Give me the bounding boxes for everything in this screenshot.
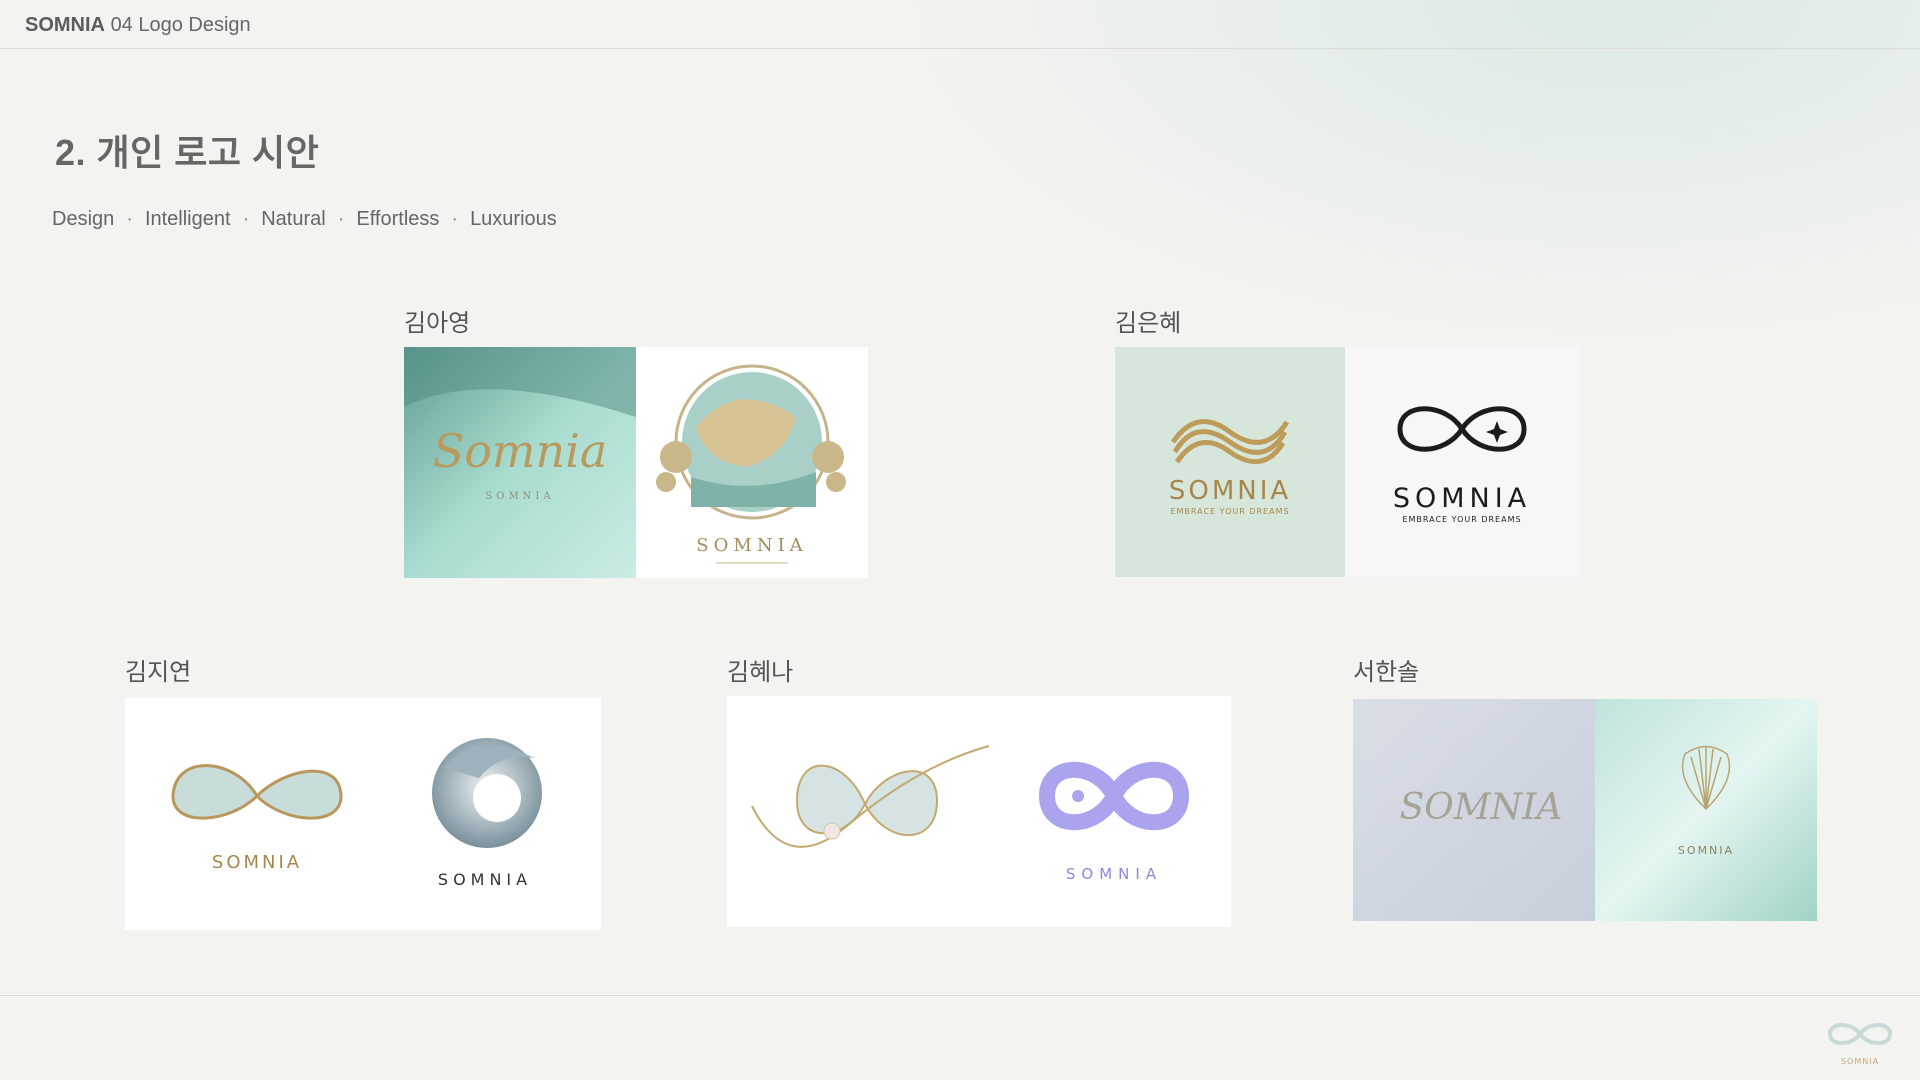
member-name-kim-hyena: 김혜나 xyxy=(727,659,794,686)
gold-wave-tagline: EMBRACE YOUR DREAMS xyxy=(1170,507,1289,516)
logo-image-script: Somnia SOMNIA xyxy=(404,347,636,578)
brand-name: SOMNIA xyxy=(25,14,105,36)
separator-dot: · xyxy=(242,208,250,230)
keyword-list: Design · Intelligent · Natural · Effortl… xyxy=(52,208,557,231)
member-name-seo-hansol: 서한솔 xyxy=(1353,659,1420,686)
header-bar: SOMNIA 04 Logo Design xyxy=(0,0,1920,49)
footer-infinity-icon xyxy=(1827,1023,1893,1045)
silver-script-wordmark: SOMNIA xyxy=(1400,787,1563,828)
section-name: 04 Logo Design xyxy=(110,14,251,36)
footer-divider xyxy=(0,995,1920,996)
logo-image-pearl-infinity xyxy=(727,696,997,927)
logo-image-ribbon-infinity: SOMNIA xyxy=(125,698,369,930)
footer-logo: SOMNIA xyxy=(1818,1010,1902,1072)
brand-title: SOMNIA 04 Logo Design xyxy=(25,14,251,37)
logo-image-silver-script: SOMNIA xyxy=(1353,699,1595,921)
logo-image-lavender-infinity: SOMNIA xyxy=(997,696,1231,927)
separator-dot: · xyxy=(126,208,133,230)
keyword-natural: Natural xyxy=(261,208,326,230)
footer-logo-text: SOMNIA xyxy=(1841,1057,1879,1066)
gold-wave-wordmark: SOMNIA xyxy=(1169,476,1291,506)
script-wordmark: Somnia xyxy=(433,424,608,478)
member-name-kim-eunhye: 김은혜 xyxy=(1115,310,1182,337)
logo-panel-seo-hansol: SOMNIA SOMNIA xyxy=(1353,699,1817,921)
logo-image-gold-wave: SOMNIA EMBRACE YOUR DREAMS xyxy=(1115,347,1345,577)
logo-image-silver-wave: SOMNIA xyxy=(369,698,601,930)
keyword-effortless: Effortless xyxy=(356,208,440,230)
logo-image-black-infinity: SOMNIA EMBRACE YOUR DREAMS xyxy=(1345,347,1579,577)
keyword-design: Design xyxy=(52,208,115,230)
logo-panel-kim-ayoung: Somnia SOMNIA SOMNIA xyxy=(404,347,868,578)
member-name-kim-ayoung: 김아영 xyxy=(404,310,471,337)
shell-wordmark: SOMNIA xyxy=(1678,844,1734,857)
script-subtext: SOMNIA xyxy=(485,491,554,502)
logo-panel-kim-hyena: SOMNIA xyxy=(727,696,1231,927)
logo-image-shell: SOMNIA xyxy=(1595,699,1817,921)
separator-dot: · xyxy=(451,208,459,230)
keyword-luxurious: Luxurious xyxy=(470,208,557,230)
black-infinity-wordmark: SOMNIA xyxy=(1393,483,1531,514)
woman-logo-wordmark: SOMNIA xyxy=(696,535,807,556)
lavender-wordmark: SOMNIA xyxy=(1066,865,1162,883)
ribbon-wordmark: SOMNIA xyxy=(212,852,302,873)
silver-wave-wordmark: SOMNIA xyxy=(438,870,532,889)
black-infinity-tagline: EMBRACE YOUR DREAMS xyxy=(1402,515,1521,524)
logo-panel-kim-eunhye: SOMNIA EMBRACE YOUR DREAMS SOMNIA EMBRAC… xyxy=(1115,347,1579,577)
background-glow xyxy=(900,0,1920,340)
separator-dot: · xyxy=(337,208,345,230)
member-name-kim-jiyeon: 김지연 xyxy=(125,659,192,686)
page-title: 2. 개인 로고 시안 xyxy=(55,132,320,173)
logo-panel-kim-jiyeon: SOMNIA SOMNIA xyxy=(125,698,601,930)
logo-image-sleeping-woman: SOMNIA xyxy=(636,347,868,578)
keyword-intelligent: Intelligent xyxy=(144,208,231,230)
